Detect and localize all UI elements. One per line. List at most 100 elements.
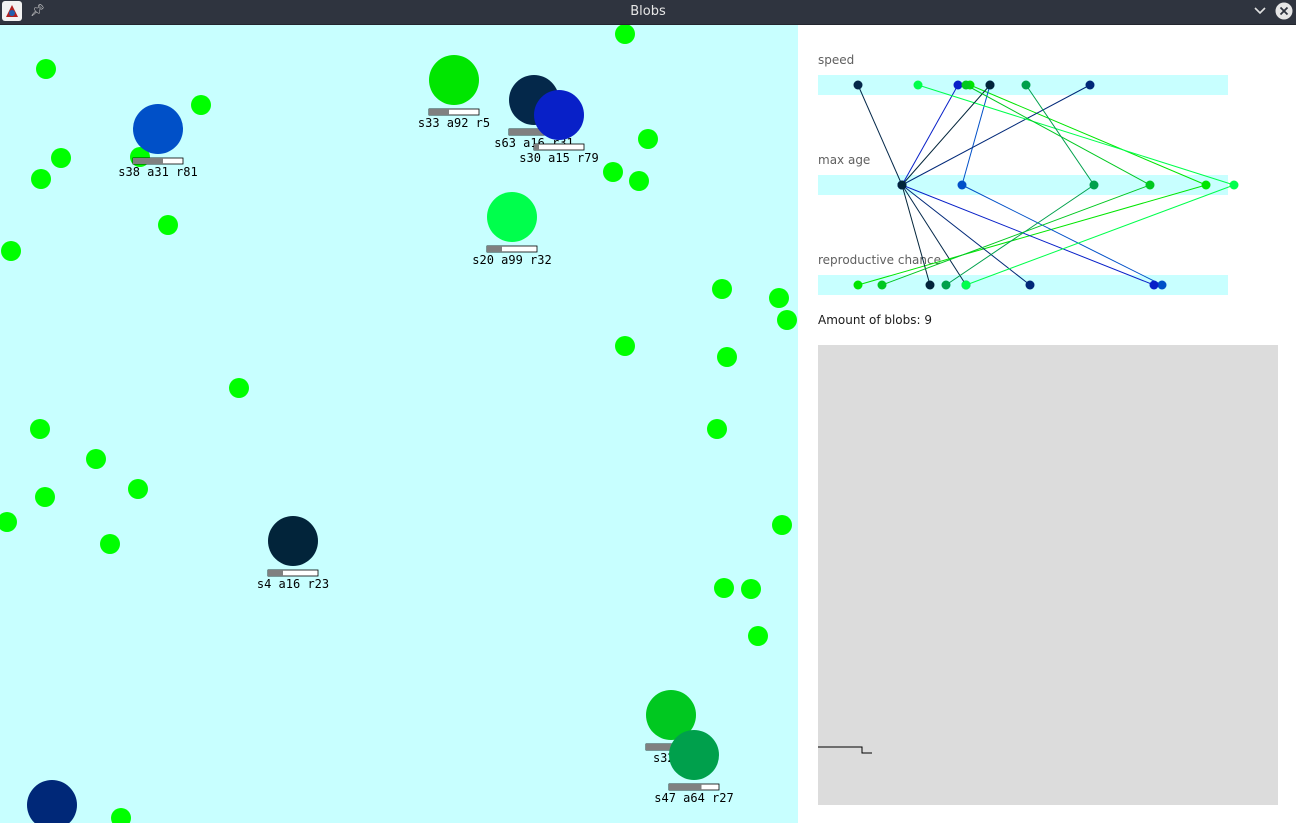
trait-point: [1157, 280, 1167, 290]
blob-body: [669, 730, 719, 780]
food-pellet: [615, 336, 635, 356]
trait-point: [1201, 180, 1211, 190]
trait-link: [965, 184, 1235, 286]
energy-bar-fill: [487, 246, 502, 252]
food-pellet: [191, 95, 211, 115]
trait-link: [857, 84, 903, 186]
trait-point: [941, 280, 951, 290]
food-pellet: [615, 25, 635, 44]
chevron-down-icon: [1254, 7, 1266, 15]
trait-point: [853, 80, 863, 90]
trait-point: [925, 280, 935, 290]
trait-link: [945, 184, 1095, 286]
trait-point: [957, 180, 967, 190]
blob-stats-label: s38 a31 r81: [118, 165, 197, 179]
food-pellet: [717, 347, 737, 367]
blob-body: [268, 516, 318, 566]
trait-point: [1025, 280, 1035, 290]
food-pellet: [128, 479, 148, 499]
blob: s33 a92 r5: [418, 55, 490, 130]
trait-link: [1025, 84, 1095, 186]
food-pellet: [603, 162, 623, 182]
energy-bar-fill: [646, 744, 674, 750]
food-pellet: [111, 808, 131, 823]
food-pellet: [714, 578, 734, 598]
food-pellet: [712, 279, 732, 299]
trait-link: [881, 184, 1151, 286]
food-pellet: [707, 419, 727, 439]
trait-point: [985, 80, 995, 90]
world-canvas: s38 a31 r81s33 a92 r5s63 a16 r31s30 a15 …: [0, 25, 797, 823]
minimize-button[interactable]: [1252, 2, 1268, 20]
trait-point: [1085, 80, 1095, 90]
food-pellet: [36, 59, 56, 79]
blob-stats-label: s30 a15 r79: [519, 151, 598, 165]
trait-link: [917, 84, 1235, 186]
trait-point: [961, 280, 971, 290]
food-pellet: [0, 512, 17, 532]
stats-panel: speed max age reproductive chance Amount…: [798, 25, 1296, 823]
energy-bar-fill: [268, 570, 283, 576]
food-pellet: [772, 515, 792, 535]
trait-parallel-plot: [853, 80, 1239, 290]
blob-body: [133, 104, 183, 154]
energy-bar-fill: [429, 109, 449, 115]
title-bar: 📌︎ Blobs: [0, 0, 1296, 25]
food-pellet: [35, 487, 55, 507]
food-pellet: [229, 378, 249, 398]
close-icon: [1275, 2, 1293, 20]
blob: s47 a64 r27: [654, 730, 734, 805]
food-pellet: [158, 215, 178, 235]
food-pellet: [51, 148, 71, 168]
food-pellet: [86, 449, 106, 469]
blob-stats-label: s47 a64 r27: [654, 791, 733, 805]
food-pellet: [777, 310, 797, 330]
trait-point: [961, 80, 971, 90]
blob-count: Amount of blobs: 9: [818, 313, 933, 327]
trait-link: [901, 184, 931, 286]
energy-bar-fill: [133, 158, 163, 164]
trait-point: [1149, 280, 1159, 290]
food-pellet: [741, 579, 761, 599]
trait-point: [1021, 80, 1031, 90]
window-title: Blobs: [630, 4, 666, 19]
blob-body: [534, 90, 584, 140]
blob-body: [487, 192, 537, 242]
blob: [27, 780, 77, 823]
trait-point: [1145, 180, 1155, 190]
population-line: [818, 746, 872, 754]
population-graph: [818, 345, 1278, 805]
trait-point: [1229, 180, 1239, 190]
trait-point: [877, 280, 887, 290]
energy-bar-fill: [534, 144, 539, 150]
food-pellet: [638, 129, 658, 149]
food-pellet: [769, 288, 789, 308]
blob-body: [429, 55, 479, 105]
close-button[interactable]: [1275, 2, 1293, 20]
food-pellet: [100, 534, 120, 554]
trait-link: [969, 84, 1207, 186]
food-pellet: [1, 241, 21, 261]
trait-point: [897, 180, 907, 190]
trait-link: [901, 184, 1155, 286]
trait-link: [961, 184, 1163, 286]
blob-body: [27, 780, 77, 823]
energy-bar-fill: [669, 784, 702, 790]
trait-link: [857, 184, 1207, 286]
food-pellet: [30, 419, 50, 439]
trait-link: [965, 84, 1151, 186]
trait-point: [1089, 180, 1099, 190]
food-pellet: [629, 171, 649, 191]
blob-stats-label: s33 a92 r5: [418, 116, 490, 130]
blob-stats-label: s20 a99 r32: [472, 253, 551, 267]
food-pellet: [748, 626, 768, 646]
energy-bar: [533, 143, 585, 151]
trait-point: [953, 80, 963, 90]
blob: s20 a99 r32: [472, 192, 552, 267]
blob: s4 a16 r23: [257, 516, 329, 591]
trait-point: [853, 280, 863, 290]
blob-stats-label: s4 a16 r23: [257, 577, 329, 591]
simulation-world[interactable]: s38 a31 r81 s33 a92 r5 s63 a16 r31 s30 a15 …: [0, 25, 798, 823]
trait-point: [913, 80, 923, 90]
food-pellet: [31, 169, 51, 189]
